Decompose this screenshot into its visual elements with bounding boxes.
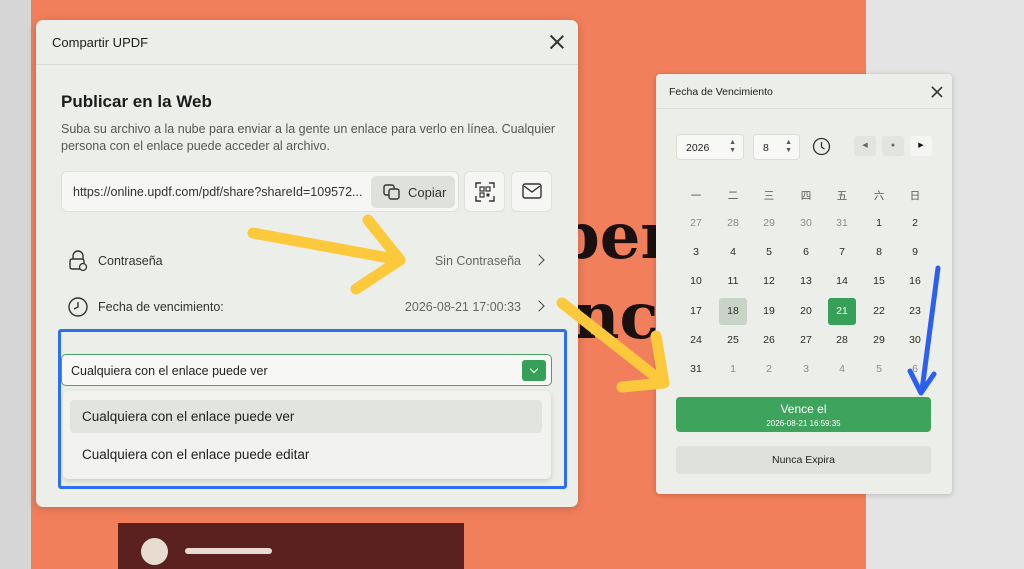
date-dialog-header: Fecha de Vencimiento (656, 74, 952, 109)
calendar-day[interactable]: 6 (792, 239, 820, 266)
lock-icon (69, 250, 88, 272)
expiry-label: Fecha de vencimiento: (98, 300, 224, 314)
calendar-day[interactable]: 27 (792, 327, 820, 354)
calendar-day[interactable]: 7 (828, 239, 856, 266)
copy-icon (383, 184, 400, 200)
calendar-day[interactable]: 2 (755, 356, 783, 383)
calendar-day[interactable]: 18 (719, 298, 747, 325)
close-icon[interactable] (550, 35, 564, 49)
share-dialog-header: Compartir UPDF (36, 20, 578, 65)
clock-icon (68, 297, 88, 317)
year-value: 2026 (686, 142, 710, 154)
calendar-day[interactable]: 13 (792, 268, 820, 295)
password-value: Sin Contraseña (434, 254, 521, 268)
calendar-day[interactable]: 1 (865, 210, 893, 237)
calendar-day[interactable]: 1 (719, 356, 747, 383)
email-button[interactable] (511, 171, 552, 212)
document-card-avatar (141, 538, 168, 565)
calendar-day[interactable]: 29 (755, 210, 783, 237)
never-expire-button[interactable]: Nunca Expira (676, 446, 931, 474)
password-label: Contraseña (98, 254, 163, 268)
calendar-day[interactable]: 20 (792, 298, 820, 325)
year-spinner[interactable]: 2026 ▲ ▼ (676, 134, 744, 160)
copy-button-label: Copiar (408, 185, 447, 200)
confirm-expiry-button[interactable]: Vence el 2026-08-21 16:59:35 (676, 397, 931, 432)
calendar-day[interactable]: 9 (901, 239, 929, 266)
calendar-day[interactable]: 21 (828, 298, 856, 325)
calendar-day[interactable]: 14 (828, 268, 856, 295)
calendar-day[interactable]: 12 (755, 268, 783, 295)
calendar-day[interactable]: 19 (755, 298, 783, 325)
weekday-label: 六 (873, 190, 885, 202)
section-heading: Publicar en la Web (61, 92, 212, 111)
calendar-day[interactable]: 6 (901, 356, 929, 383)
calendar-day[interactable]: 28 (719, 210, 747, 237)
calendar-day[interactable]: 5 (865, 356, 893, 383)
section-description: Suba su archivo a la nube para enviar a … (61, 122, 556, 153)
qr-code-icon (475, 182, 495, 202)
weekday-label: 五 (836, 190, 848, 202)
calendar-day[interactable]: 30 (792, 210, 820, 237)
calendar-day[interactable]: 25 (719, 327, 747, 354)
close-icon[interactable] (931, 86, 942, 97)
current-month-button[interactable]: ● (882, 136, 904, 156)
calendar-day[interactable]: 31 (828, 210, 856, 237)
calendar-day[interactable]: 4 (828, 356, 856, 383)
expiry-value: 2026-08-21 17:00:33 (404, 300, 521, 314)
month-value: 8 (763, 142, 769, 154)
calendar-day[interactable]: 2 (901, 210, 929, 237)
calendar-day[interactable]: 17 (682, 298, 710, 325)
highlight-box (58, 329, 567, 489)
spinner-arrows-icon[interactable]: ▲ ▼ (729, 139, 736, 155)
time-clock-icon[interactable] (812, 137, 831, 156)
calendar-day[interactable]: 10 (682, 268, 710, 295)
weekday-label: 一 (690, 190, 702, 202)
spinner-arrows-icon[interactable]: ▲ ▼ (785, 139, 792, 155)
expiry-row[interactable]: Fecha de vencimiento: 2026-08-21 17:00:3… (61, 292, 553, 322)
chevron-right-icon (533, 300, 545, 312)
calendar-day[interactable]: 28 (828, 327, 856, 354)
calendar-day[interactable]: 26 (755, 327, 783, 354)
dialog-title: Compartir UPDF (52, 35, 149, 50)
calendar-day[interactable]: 5 (755, 239, 783, 266)
share-url-field[interactable]: https://online.updf.com/pdf/share?shareI… (61, 171, 459, 212)
app-background-left (0, 0, 31, 569)
weekday-label: 四 (800, 190, 812, 202)
qr-code-button[interactable] (464, 171, 505, 212)
weekday-label: 三 (763, 190, 775, 202)
calendar-day[interactable]: 3 (792, 356, 820, 383)
document-card-line (185, 548, 272, 554)
calendar-day[interactable]: 23 (901, 298, 929, 325)
calendar-day[interactable]: 16 (901, 268, 929, 295)
prev-month-button[interactable]: ◀ (854, 136, 876, 156)
expiry-date-dialog: Fecha de Vencimiento 2026 ▲ ▼ 8 ▲ ▼ ◀ ● ▶ … (656, 74, 952, 494)
calendar-day[interactable]: 11 (719, 268, 747, 295)
date-dialog-title: Fecha de Vencimiento (669, 86, 773, 98)
chevron-right-icon (533, 254, 545, 266)
copy-button[interactable]: Copiar (371, 176, 455, 208)
share-url-text: https://online.updf.com/pdf/share?shareI… (73, 185, 363, 199)
calendar-day[interactable]: 22 (865, 298, 893, 325)
calendar-day[interactable]: 31 (682, 356, 710, 383)
calendar-day[interactable]: 15 (865, 268, 893, 295)
calendar-day[interactable]: 30 (901, 327, 929, 354)
next-month-button[interactable]: ▶ (910, 136, 932, 156)
calendar-day[interactable]: 8 (865, 239, 893, 266)
calendar-day[interactable]: 24 (682, 327, 710, 354)
calendar-day[interactable]: 29 (865, 327, 893, 354)
weekday-label: 日 (909, 190, 921, 202)
calendar-day[interactable]: 27 (682, 210, 710, 237)
password-row[interactable]: Contraseña Sin Contraseña (61, 246, 553, 276)
month-spinner[interactable]: 8 ▲ ▼ (753, 134, 800, 160)
calendar-day[interactable]: 4 (719, 239, 747, 266)
weekday-label: 二 (727, 190, 739, 202)
calendar-day[interactable]: 3 (682, 239, 710, 266)
mail-icon (522, 183, 542, 199)
confirm-expiry-date: 2026-08-21 16:59:35 (766, 419, 841, 428)
document-card (118, 523, 464, 569)
confirm-expiry-label: Vence el (780, 402, 827, 416)
